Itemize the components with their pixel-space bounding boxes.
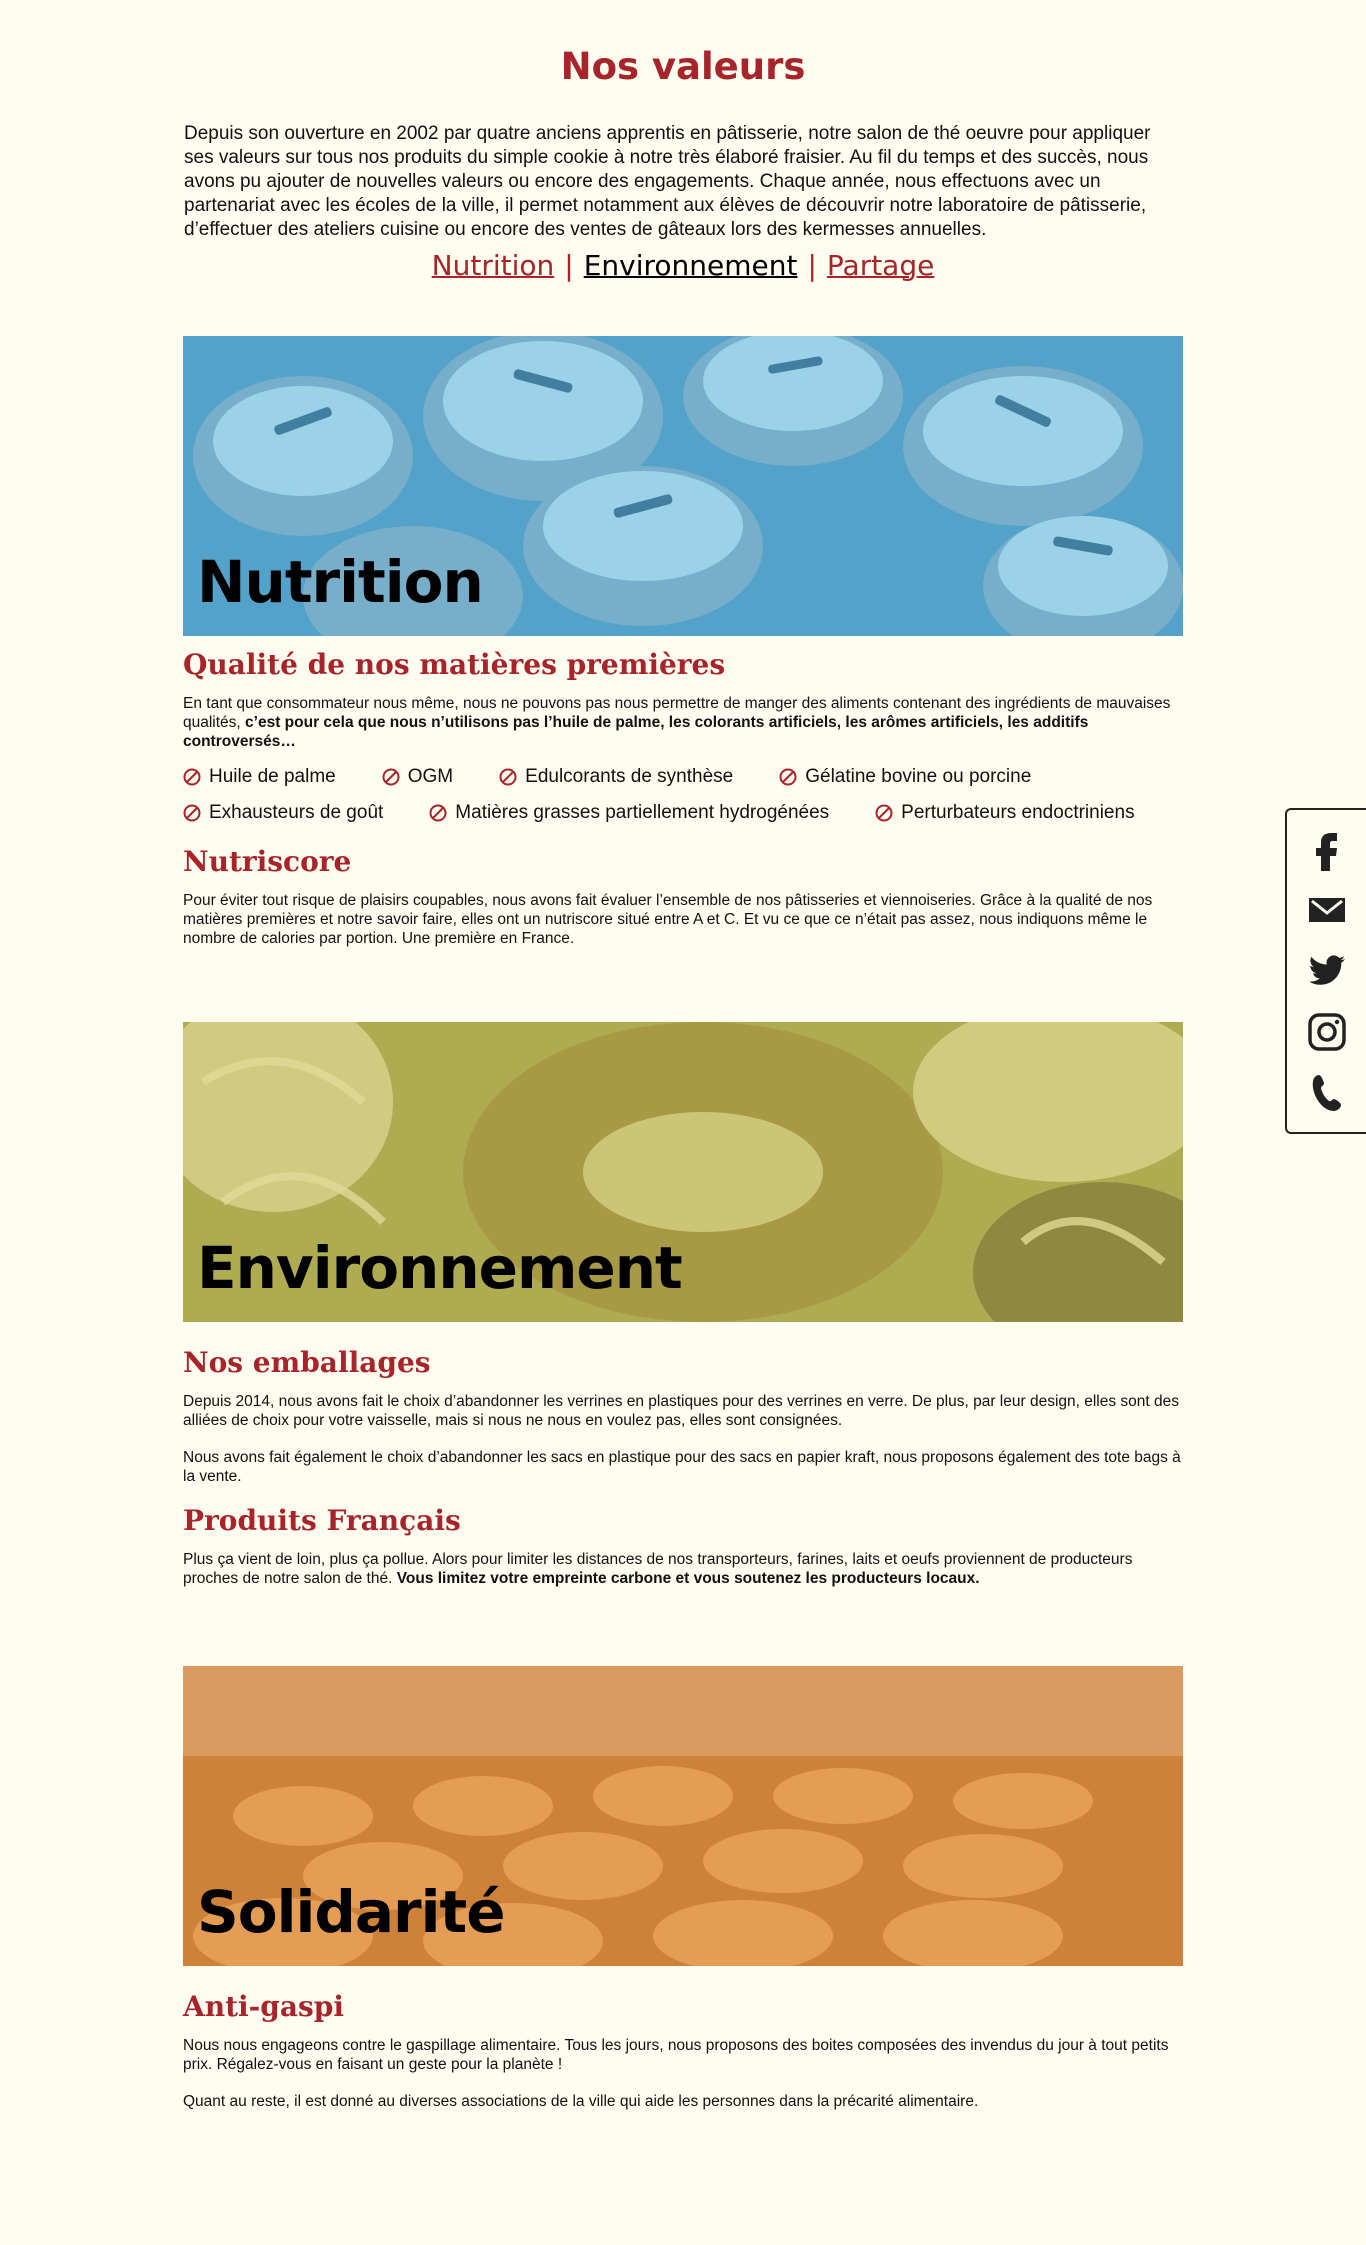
- phone-icon[interactable]: [1305, 1071, 1349, 1115]
- nav-link-environnement[interactable]: Environnement: [584, 249, 798, 282]
- antigaspi-title: Anti-gaspi: [183, 1990, 344, 2023]
- forbidden-icon: [779, 768, 797, 786]
- nutrition-section: Qualité de nos matières premières En tan…: [183, 648, 1183, 966]
- solidarite-section: Anti-gaspi Nous nous engageons contre le…: [183, 1990, 1183, 2129]
- forbidden-icon: [499, 768, 517, 786]
- banned-item: Perturbateurs endoctriniens: [875, 795, 1135, 831]
- instagram-icon[interactable]: [1305, 1010, 1349, 1054]
- nav-separator: |: [807, 249, 817, 282]
- nav-link-partage[interactable]: Partage: [827, 249, 934, 282]
- nutriscore-text: Pour éviter tout risque de plaisirs coup…: [183, 892, 1153, 947]
- forbidden-icon: [875, 804, 893, 822]
- nav-separator: |: [564, 249, 574, 282]
- nutrition-banner: Nutrition: [183, 336, 1183, 636]
- forbidden-icon: [183, 804, 201, 822]
- solidarite-banner-title: Solidarité: [197, 1878, 506, 1946]
- emballages-text-2: Nous avons fait également le choix d’aba…: [183, 1449, 1181, 1485]
- banned-ingredients-list: Huile de palme OGM Edulcorants de synthè…: [183, 759, 1183, 831]
- solidarite-banner: Solidarité: [183, 1666, 1183, 1966]
- forbidden-icon: [183, 768, 201, 786]
- environnement-banner: Environnement: [183, 1022, 1183, 1322]
- environnement-section: Nos emballages Depuis 2014, nous avons f…: [183, 1346, 1183, 1606]
- antigaspi-text-1: Nous nous engageons contre le gaspillage…: [183, 2037, 1169, 2073]
- banned-item: Gélatine bovine ou porcine: [779, 759, 1031, 795]
- nutriscore-title: Nutriscore: [183, 845, 352, 878]
- nutrition-banner-title: Nutrition: [197, 548, 484, 616]
- social-sidebar: [1285, 808, 1366, 1134]
- emballages-title: Nos emballages: [183, 1346, 431, 1379]
- emballages-text-1: Depuis 2014, nous avons fait le choix d’…: [183, 1393, 1180, 1429]
- banned-item: Edulcorants de synthèse: [499, 759, 733, 795]
- page-title: Nos valeurs: [560, 45, 806, 88]
- facebook-icon[interactable]: [1305, 827, 1349, 872]
- values-nav: Nutrition | Environnement | Partage: [183, 248, 1183, 284]
- mail-icon[interactable]: [1305, 888, 1349, 932]
- twitter-icon[interactable]: [1305, 949, 1349, 993]
- quality-text: En tant que consommateur nous même, nous…: [183, 695, 1171, 750]
- quality-title: Qualité de nos matières premières: [183, 648, 726, 681]
- antigaspi-text-2: Quant au reste, il est donné au diverses…: [183, 2093, 979, 2110]
- produits-title: Produits Français: [183, 1504, 461, 1537]
- produits-text: Plus ça vient de loin, plus ça pollue. A…: [183, 1551, 1133, 1587]
- intro-paragraph: Depuis son ouverture en 2002 par quatre …: [184, 123, 1151, 240]
- forbidden-icon: [382, 768, 400, 786]
- banned-item: OGM: [382, 759, 453, 795]
- environnement-banner-title: Environnement: [197, 1234, 683, 1302]
- forbidden-icon: [429, 804, 447, 822]
- banned-item: Huile de palme: [183, 759, 336, 795]
- banned-item: Exhausteurs de goût: [183, 795, 383, 831]
- banned-item: Matières grasses partiellement hydrogéné…: [429, 795, 829, 831]
- main-content: Nos valeurs Depuis son ouverture en 2002…: [183, 0, 1183, 2110]
- nav-link-nutrition[interactable]: Nutrition: [432, 249, 555, 282]
